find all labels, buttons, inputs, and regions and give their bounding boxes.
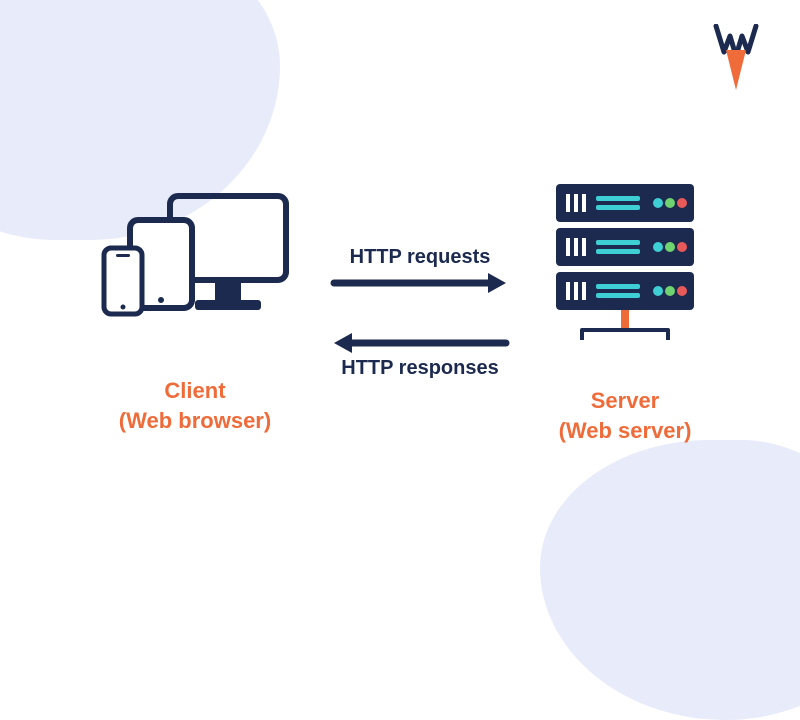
server-subtitle: (Web server) <box>559 416 692 446</box>
client-devices-icon <box>100 190 290 340</box>
arrow-group: HTTP requests HTTP responses <box>330 246 510 380</box>
client-node: Client (Web browser) <box>100 190 290 435</box>
client-caption: Client (Web browser) <box>119 376 271 435</box>
client-subtitle: (Web browser) <box>119 406 271 436</box>
http-diagram: Client (Web browser) HTTP requests HTTP … <box>0 180 800 445</box>
server-rack-icon <box>550 180 700 350</box>
response-label: HTTP responses <box>341 357 498 380</box>
client-title: Client <box>119 376 271 406</box>
brand-logo-icon <box>712 24 760 99</box>
arrow-right-icon <box>330 271 510 295</box>
request-arrow-row: HTTP requests <box>330 246 510 295</box>
server-caption: Server (Web server) <box>559 386 692 445</box>
request-label: HTTP requests <box>350 246 491 269</box>
background-blob-bottom-right <box>540 440 800 720</box>
arrow-left-icon <box>330 331 510 355</box>
response-arrow-row: HTTP responses <box>330 331 510 380</box>
server-title: Server <box>559 386 692 416</box>
server-node: Server (Web server) <box>550 180 700 445</box>
